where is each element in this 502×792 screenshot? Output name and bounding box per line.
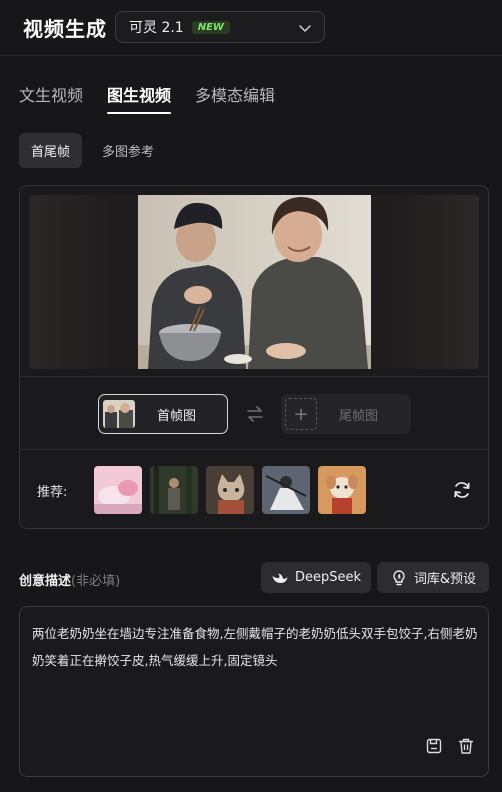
add-icon: + [285, 398, 317, 430]
deepseek-label: DeepSeek [294, 570, 362, 585]
recommend-thumb-forest-figure[interactable] [150, 466, 198, 514]
first-frame-button[interactable]: 首帧图 [98, 394, 228, 434]
sub-tabs: 首尾帧 多图参考 [19, 133, 174, 168]
tab-text-to-video[interactable]: 文生视频 [19, 82, 83, 114]
recommend-thumb-ink-warrior[interactable] [262, 466, 310, 514]
frame-row: 首帧图 + 尾帧图 [20, 394, 488, 434]
recommend-row: 推荐: [20, 466, 488, 514]
preview-photo [138, 195, 371, 369]
refresh-icon[interactable] [452, 480, 472, 500]
mode-tabs: 文生视频 图生视频 多模态编辑 [19, 82, 299, 114]
last-frame-button[interactable]: + 尾帧图 [281, 394, 411, 434]
new-badge: NEW [191, 20, 230, 34]
subtab-multi-image-ref[interactable]: 多图参考 [90, 133, 166, 168]
model-select[interactable]: 可灵 2.1 NEW [115, 11, 325, 43]
model-name: 可灵 2.1 [129, 20, 184, 36]
first-frame-thumbnail [103, 400, 135, 428]
recommend-label: 推荐: [37, 485, 68, 500]
trash-icon[interactable] [457, 737, 475, 755]
description-label: 创意描述(非必填) [19, 570, 120, 589]
page-title: 视频生成 [23, 17, 107, 41]
first-frame-label: 首帧图 [157, 408, 197, 424]
prompt-text: 两位老奶奶坐在墙边专注准备食物,左侧戴帽子的老奶奶低头双手包饺子,右侧老奶奶笑着… [32, 626, 478, 668]
library-preset-button[interactable]: 词库&预设 [377, 562, 489, 593]
description-title: 创意描述 [19, 574, 72, 589]
tab-multimodal-edit[interactable]: 多模态编辑 [195, 82, 275, 114]
swap-icon[interactable] [246, 405, 264, 423]
recommend-thumb-pink-dessert[interactable] [94, 466, 142, 514]
image-preview[interactable] [29, 195, 479, 369]
deepseek-button[interactable]: DeepSeek [261, 562, 371, 593]
subtab-first-last-frame[interactable]: 首尾帧 [19, 133, 83, 168]
divider [20, 376, 488, 377]
tab-image-to-video[interactable]: 图生视频 [107, 82, 172, 114]
lightbulb-icon [393, 569, 405, 585]
divider [20, 449, 488, 450]
save-icon[interactable] [425, 737, 443, 755]
recommend-thumb-cute-dog[interactable] [318, 466, 366, 514]
recommend-thumb-cat-portrait[interactable] [206, 466, 254, 514]
library-preset-label: 词库&预设 [413, 572, 477, 587]
deepseek-whale-icon [272, 573, 288, 583]
prompt-textarea[interactable]: 两位老奶奶坐在墙边专注准备食物,左侧戴帽子的老奶奶低头双手包饺子,右侧老奶奶笑着… [19, 606, 489, 777]
chevron-down-icon [299, 25, 311, 32]
description-hint: (非必填) [71, 574, 121, 589]
last-frame-label: 尾帧图 [339, 408, 379, 424]
header: 视频生成 可灵 2.1 NEW [0, 0, 502, 56]
image-panel: 首帧图 + 尾帧图 推荐: [19, 185, 489, 529]
